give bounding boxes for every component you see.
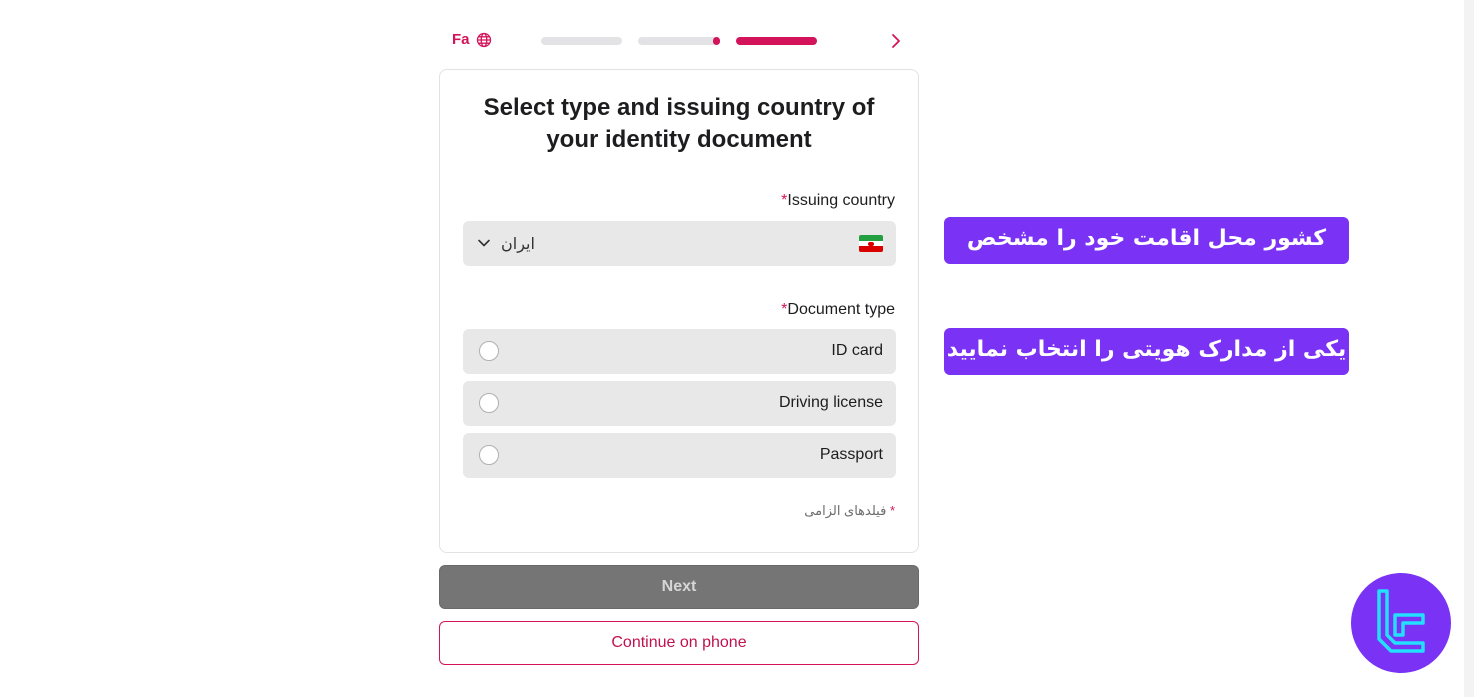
option-label: Passport bbox=[819, 446, 883, 463]
annotation-document: یکی از مدارک هویتی را انتخاب نمایید bbox=[944, 328, 1349, 375]
issuing-country-select[interactable]: ایران bbox=[463, 221, 896, 266]
document-option-passport[interactable]: Passport bbox=[463, 433, 896, 478]
radio-button[interactable] bbox=[479, 341, 499, 361]
page-title: Select type and issuing country of your … bbox=[483, 94, 875, 153]
radio-button[interactable] bbox=[479, 445, 499, 465]
document-option-driving-license[interactable]: Driving license bbox=[463, 381, 896, 426]
option-label: ID card bbox=[831, 342, 883, 359]
progress-step-2 bbox=[638, 37, 720, 45]
continue-on-phone-button[interactable]: Continue on phone bbox=[439, 621, 919, 665]
language-switcher[interactable]: Fa bbox=[452, 31, 492, 48]
progress-step-1 bbox=[541, 37, 622, 45]
radio-button[interactable] bbox=[479, 393, 499, 413]
document-option-id-card[interactable]: ID card bbox=[463, 329, 896, 374]
progress-step-3 bbox=[736, 37, 817, 45]
issuing-country-label: *Issuing country bbox=[781, 192, 895, 209]
required-fields-note: * فیلدهای الزامی bbox=[804, 503, 895, 518]
document-type-label: *Document type bbox=[781, 301, 895, 318]
brand-logo-icon bbox=[1351, 573, 1451, 673]
chevron-down-icon bbox=[478, 239, 490, 247]
iran-flag-icon bbox=[859, 235, 883, 252]
annotation-country: کشور محل اقامت خود را مشخص کنید bbox=[944, 217, 1349, 295]
page-edge bbox=[1464, 0, 1474, 697]
chevron-right-icon[interactable] bbox=[886, 31, 906, 51]
option-label: Driving license bbox=[778, 394, 883, 411]
issuing-country-value: ایران bbox=[501, 236, 535, 253]
next-button[interactable]: Next bbox=[439, 565, 919, 609]
globe-icon bbox=[476, 32, 491, 47]
identity-document-card: Select type and issuing country of your … bbox=[439, 69, 919, 553]
language-label: Fa bbox=[452, 31, 470, 48]
